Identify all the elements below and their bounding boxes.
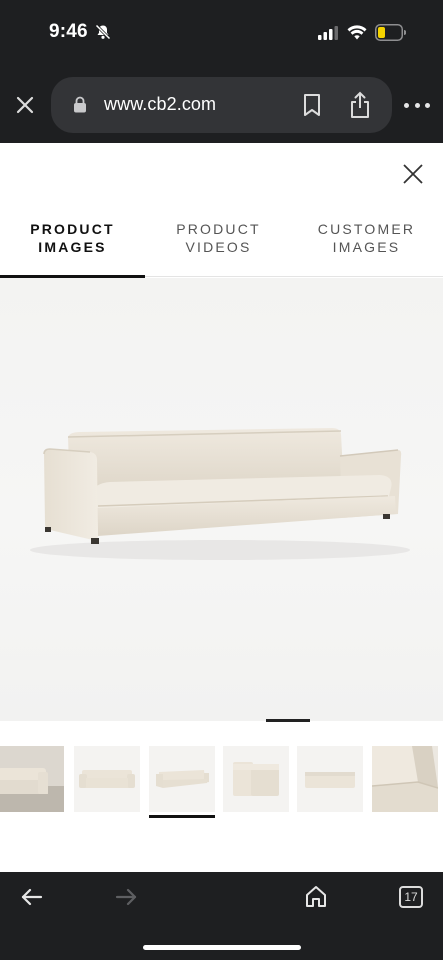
home-icon[interactable] bbox=[304, 884, 328, 908]
product-gallery-modal: PRODUCT IMAGES PRODUCT VIDEOS CUSTOMER IMAG… bbox=[0, 143, 443, 872]
back-icon[interactable] bbox=[20, 886, 44, 908]
sofa-image bbox=[30, 428, 410, 560]
selected-thumbnail-indicator bbox=[149, 815, 215, 818]
thumbnail-strip bbox=[0, 746, 443, 818]
tab-product-images[interactable]: PRODUCT IMAGES bbox=[0, 215, 145, 279]
share-icon[interactable] bbox=[349, 91, 371, 119]
url-text: www.cb2.com bbox=[104, 94, 217, 114]
main-product-image[interactable] bbox=[0, 278, 443, 721]
forward-icon[interactable] bbox=[114, 886, 138, 908]
lock-icon bbox=[74, 96, 86, 113]
tabs-count-button[interactable]: 17 bbox=[399, 886, 423, 908]
bell-off-icon bbox=[95, 24, 111, 40]
thumbnail-sofa-side[interactable] bbox=[223, 746, 289, 812]
signal-icon bbox=[318, 26, 338, 40]
thumbnail-sofa-in-room[interactable] bbox=[0, 746, 64, 812]
thumbnail-sofa-back[interactable] bbox=[297, 746, 363, 812]
thumbnail-sofa-front[interactable] bbox=[74, 746, 140, 812]
carousel-indicator bbox=[0, 719, 443, 723]
battery-icon bbox=[375, 24, 406, 41]
close-icon bbox=[16, 96, 34, 114]
home-indicator bbox=[143, 945, 301, 950]
more-icon[interactable] bbox=[404, 98, 430, 112]
browser-bottom-toolbar: 17 bbox=[0, 872, 443, 960]
tab-label: PRODUCT IMAGES bbox=[30, 221, 115, 255]
modal-close-icon[interactable] bbox=[401, 162, 425, 186]
thumbnail-sofa-angle[interactable] bbox=[149, 746, 215, 812]
thumbnail-sofa-angle-wrap bbox=[149, 746, 215, 818]
status-time: 9:46 bbox=[49, 21, 88, 42]
bookmark-icon[interactable] bbox=[302, 93, 322, 117]
browser-top-bar: 9:46 www.cb2.com bbox=[0, 0, 443, 143]
url-bar[interactable]: www.cb2.com bbox=[51, 77, 392, 133]
tab-product-videos[interactable]: PRODUCT VIDEOS bbox=[146, 215, 291, 277]
thumbnail-sofa-detail[interactable] bbox=[372, 746, 438, 812]
tab-count: 17 bbox=[404, 890, 418, 904]
wifi-icon bbox=[347, 25, 367, 40]
close-tab-button[interactable] bbox=[12, 92, 38, 118]
tab-label: PRODUCT VIDEOS bbox=[176, 221, 261, 255]
gallery-tabs: PRODUCT IMAGES PRODUCT VIDEOS CUSTOMER IMAG… bbox=[0, 215, 443, 279]
tab-customer-images[interactable]: CUSTOMER IMAGES bbox=[294, 215, 439, 277]
tab-label: CUSTOMER IMAGES bbox=[317, 221, 416, 255]
